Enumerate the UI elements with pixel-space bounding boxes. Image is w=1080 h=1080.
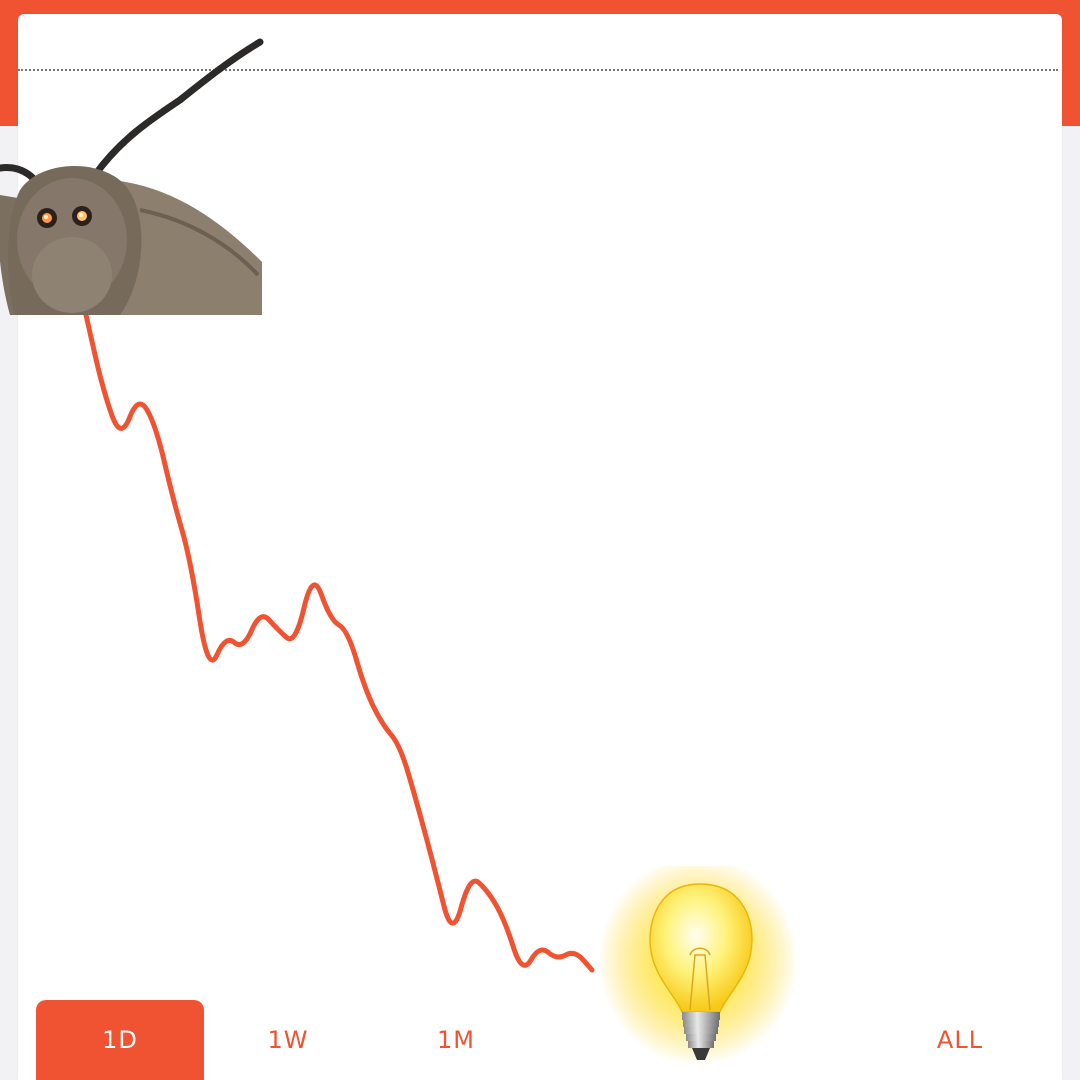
moth-illustration [0, 38, 264, 315]
tab-all[interactable]: ALL [876, 1000, 1044, 1080]
tab-hidden[interactable] [540, 1000, 708, 1080]
price-line [83, 312, 595, 973]
tab-1d[interactable]: 1D [36, 1000, 204, 1080]
tab-label: 1W [267, 1026, 309, 1054]
tab-label: ALL [936, 1026, 984, 1054]
tab-1w[interactable]: 1W [204, 1000, 372, 1080]
price-chart [0, 38, 798, 1076]
timeframe-tabs: 1D 1W 1M ALL [36, 1000, 1046, 1080]
tab-label: 1M [437, 1026, 475, 1054]
tab-label: 1D [102, 1026, 138, 1054]
tab-1m[interactable]: 1M [372, 1000, 540, 1080]
